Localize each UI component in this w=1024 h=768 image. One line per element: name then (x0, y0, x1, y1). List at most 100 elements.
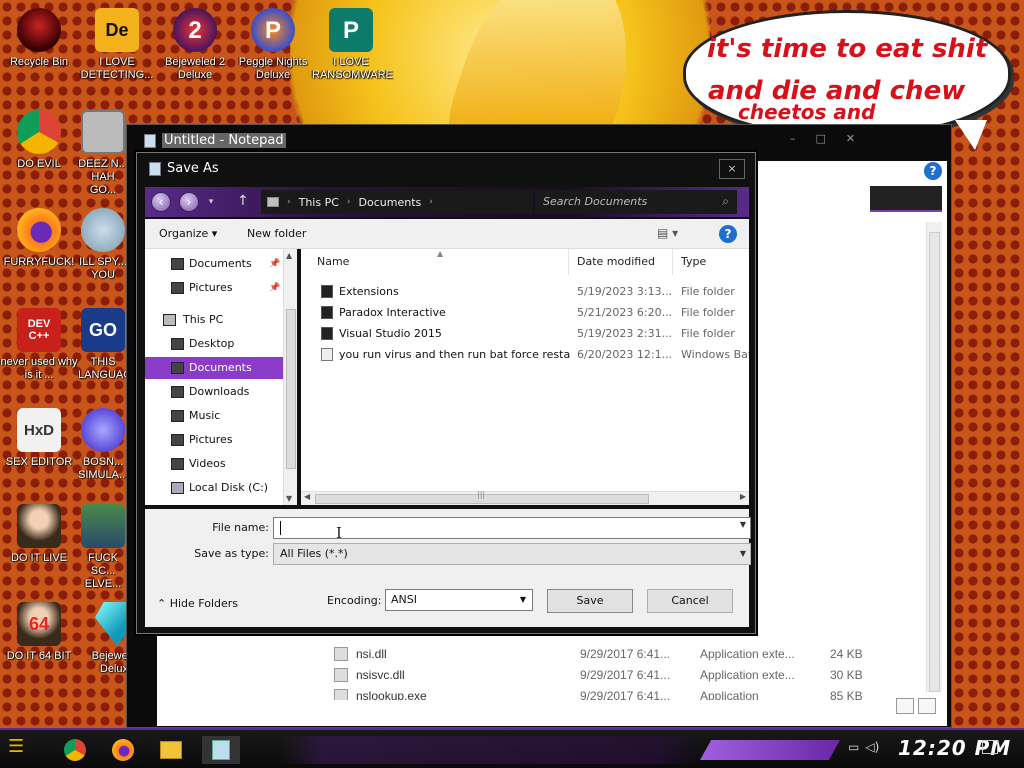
desktop-icon-spy[interactable]: ILL SPY... YOU (78, 208, 128, 282)
nav-item-music[interactable]: Music (145, 405, 283, 427)
desktop-icon-hxd[interactable]: HxD SEX EDITOR (0, 408, 78, 469)
scrollbar-thumb[interactable] (286, 309, 296, 469)
hxd-icon: HxD (17, 408, 61, 452)
start-button[interactable]: ☰ (8, 736, 38, 764)
column-header-type[interactable]: Type (673, 249, 749, 275)
notification-icon[interactable] (982, 740, 998, 754)
file-name-area: File name: ▼ Save as type: All Files (*.… (145, 509, 751, 573)
pin-icon[interactable]: 📌 (269, 253, 280, 275)
desktop-icon-recycle-bin[interactable]: Recycle Bin (0, 8, 78, 69)
taskbar-chrome-icon[interactable] (60, 736, 90, 764)
firefox-icon (112, 739, 134, 761)
blob-simulator-icon (81, 408, 125, 452)
nav-item-pictures[interactable]: Pictures (145, 429, 283, 451)
large-icons-view-icon[interactable] (918, 698, 936, 714)
list-item[interactable]: nsisvc.dll 9/29/2017 6:41... Application… (330, 665, 890, 686)
table-row[interactable]: Paradox Interactive 5/21/2023 6:20... Fi… (301, 302, 749, 323)
portrait-64-icon: 64 (17, 602, 61, 646)
breadcrumb-this-pc[interactable]: This PC (299, 196, 339, 209)
go-language-icon: GO (81, 308, 125, 352)
mouse-ibeam-cursor: I (336, 524, 342, 542)
taskbar-notepad-icon[interactable] (202, 736, 240, 764)
scrollbar-thumb[interactable] (929, 232, 940, 692)
desktop-icon-peggle-nights[interactable]: P Peggle Nights Deluxe (234, 8, 312, 82)
nav-item-local-disk[interactable]: Local Disk (C:) (145, 477, 283, 499)
game-icon (81, 504, 125, 548)
new-folder-button[interactable]: New folder (247, 227, 306, 240)
volume-icon[interactable]: ◁) (865, 740, 879, 754)
nav-item-pictures-quick[interactable]: Pictures 📌 (145, 277, 283, 299)
dialog-titlebar[interactable]: Save As (149, 161, 219, 176)
cancel-button[interactable]: Cancel (647, 589, 733, 613)
file-date: 9/29/2017 6:41... (580, 647, 671, 661)
network-icon[interactable]: ▭ (848, 740, 859, 754)
navigation-scrollbar[interactable]: ▲ ▼ (283, 249, 297, 505)
desktop-icon-go[interactable]: GO THIS LANGUAG... (78, 308, 128, 382)
desktop-icon-blob-sim[interactable]: BOSN... SIMULA... (78, 408, 128, 482)
back-button[interactable]: ‹ (151, 192, 171, 212)
save-button[interactable]: Save (547, 589, 633, 613)
desktop-icon-bejeweled-2[interactable]: 2 Bejeweled 2 Deluxe (156, 8, 234, 82)
nav-item-videos[interactable]: Videos (145, 453, 283, 475)
chevron-down-icon[interactable]: ▼ (740, 544, 746, 564)
scroll-down-icon[interactable]: ▼ (286, 494, 292, 503)
file-list-horizontal-scrollbar[interactable]: ◀ ||| ▶ (301, 490, 749, 505)
pictures-folder-icon (171, 282, 184, 294)
desktop-icon-chrome[interactable]: DO EVIL (0, 110, 78, 171)
breadcrumb[interactable]: › This PC › Documents › (261, 190, 533, 214)
taskbar-accent (700, 740, 840, 760)
breadcrumb-documents[interactable]: Documents (359, 196, 422, 209)
nav-item-downloads[interactable]: Downloads (145, 381, 283, 403)
chevron-right-icon[interactable]: › (429, 197, 433, 207)
desktop-icon-label: DO IT 64 BIT (6, 650, 72, 662)
hide-folders-button[interactable]: ⌃ Hide Folders (157, 597, 238, 610)
desktop-icon-publisher[interactable]: P I LOVE RANSOMWARE (312, 8, 393, 82)
desktop-icon-detect-it-easy[interactable]: De I LOVE DETECTING... (78, 8, 156, 82)
search-input[interactable]: Search Documents ⌕ (535, 190, 737, 214)
taskbar-firefox-icon[interactable] (108, 736, 138, 764)
pin-icon[interactable]: 📌 (269, 277, 280, 299)
scroll-right-icon[interactable]: ▶ (740, 492, 746, 501)
nav-item-desktop[interactable]: Desktop (145, 333, 283, 355)
encoding-select[interactable]: ANSI ▼ (385, 589, 533, 611)
desktop-icon-deez[interactable]: DEEZ N... HAH GO... (78, 110, 128, 197)
dialog-close-button[interactable]: × (719, 159, 745, 179)
desktop-icon-label: DEEZ N... HAH GO... (78, 158, 128, 196)
organize-button[interactable]: Organize ▾ (159, 227, 217, 240)
desktop-icon-firefox[interactable]: FURRYFUCK! (0, 208, 78, 269)
column-header-date[interactable]: Date modified (569, 249, 673, 275)
search-icon[interactable]: ⌕ (722, 194, 729, 209)
scroll-left-icon[interactable]: ◀ (304, 492, 310, 501)
chevron-down-icon[interactable]: ▼ (520, 590, 526, 610)
up-button[interactable]: ↑ (237, 193, 249, 209)
details-view-icon[interactable] (896, 698, 914, 714)
publisher-icon: P (329, 8, 373, 52)
chevron-right-icon[interactable]: › (287, 197, 291, 207)
chevron-right-icon[interactable]: › (347, 197, 351, 207)
desktop-icon-dev-cpp[interactable]: DEV C++ never used why is it ... (0, 308, 78, 382)
column-header-name[interactable]: Name ▲ (301, 249, 569, 275)
table-row[interactable]: you run virus and then run bat force res… (301, 344, 749, 365)
nav-item-documents-quick[interactable]: Documents 📌 (145, 253, 283, 275)
desktop-icon-game[interactable]: FUCK SC... ELVE... (78, 504, 128, 591)
help-icon[interactable]: ? (719, 225, 737, 243)
table-row[interactable]: Extensions 5/19/2023 3:13... File folder (301, 281, 749, 302)
chevron-down-icon[interactable]: ▼ (740, 520, 746, 529)
background-search-box[interactable] (870, 186, 942, 212)
background-vertical-scrollbar[interactable] (926, 222, 942, 692)
recent-locations-icon[interactable]: ▾ (205, 196, 217, 208)
nav-item-documents[interactable]: Documents (145, 357, 283, 379)
desktop-icon-do-it-64[interactable]: 64 DO IT 64 BIT (0, 602, 78, 663)
save-as-type-select[interactable]: All Files (*.*) ▼ (273, 543, 751, 565)
desktop-icon-do-it-live[interactable]: DO IT LIVE (0, 504, 78, 565)
forward-button[interactable]: › (179, 192, 199, 212)
background-help-icon[interactable]: ? (924, 162, 942, 180)
scroll-up-icon[interactable]: ▲ (286, 251, 292, 260)
taskbar-file-explorer-icon[interactable] (156, 736, 186, 764)
list-item[interactable]: nsi.dll 9/29/2017 6:41... Application ex… (330, 644, 890, 665)
change-view-icon[interactable]: ▤ ▾ (657, 226, 678, 240)
nav-item-this-pc[interactable]: This PC (145, 309, 283, 331)
table-row[interactable]: Visual Studio 2015 5/19/2023 2:31... Fil… (301, 323, 749, 344)
file-name-input[interactable]: ▼ (273, 517, 751, 539)
list-item[interactable]: nslookup.exe 9/29/2017 6:41... Applicati… (330, 686, 890, 700)
